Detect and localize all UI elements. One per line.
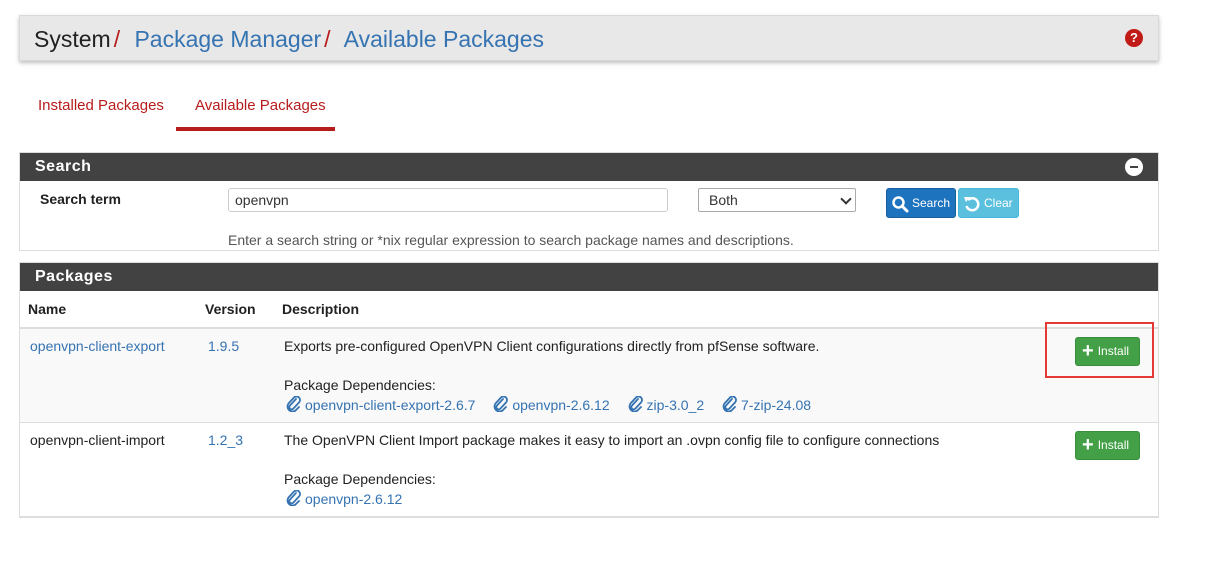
install-button-label: Install — [1097, 438, 1130, 452]
package-name: openvpn-client-import — [30, 432, 165, 448]
dependency-link[interactable]: openvpn-2.6.12 — [493, 396, 610, 413]
clear-button[interactable]: Clear — [958, 188, 1019, 218]
plus-icon: + — [1082, 340, 1094, 362]
column-header-name: Name — [28, 301, 67, 317]
dependency-label: 7-zip-24.08 — [741, 397, 812, 413]
column-header-description: Description — [282, 301, 360, 317]
table-row: openvpn-client-import 1.2_3 The OpenVPN … — [20, 423, 1158, 517]
search-icon — [892, 196, 909, 213]
search-panel-title: Search — [35, 158, 92, 175]
breadcrumb-separator: / — [113, 26, 121, 52]
search-help-text: Enter a search string or *nix regular ex… — [228, 232, 794, 248]
package-version-link[interactable]: 1.2_3 — [208, 432, 243, 448]
paperclip-icon — [628, 396, 643, 412]
breadcrumb-available-packages-link[interactable]: Available Packages — [344, 26, 544, 52]
package-dependencies-label: Package Dependencies: — [284, 471, 436, 487]
dependency-label: openvpn-2.6.12 — [305, 491, 403, 507]
search-scope-value: Both — [709, 192, 738, 208]
paperclip-icon — [493, 396, 509, 412]
plus-icon: + — [1082, 434, 1094, 456]
column-header-version: Version — [205, 301, 256, 317]
install-button-label: Install — [1097, 344, 1130, 358]
dependency-label: zip-3.0_2 — [646, 397, 705, 413]
help-icon[interactable]: ? — [1125, 29, 1143, 47]
tab-available-packages[interactable]: Available Packages — [176, 85, 335, 131]
search-button[interactable]: Search — [886, 188, 956, 218]
dependency-link[interactable]: 7-zip-24.08 — [722, 396, 812, 413]
breadcrumb: System / Package Manager / Available Packa… — [34, 25, 544, 53]
search-scope-select[interactable]: Both — [698, 188, 856, 212]
packages-panel-heading: Packages — [20, 263, 1158, 291]
search-term-label: Search term — [40, 191, 121, 207]
dependency-label: openvpn-2.6.12 — [512, 397, 610, 413]
install-button[interactable]: + Install — [1075, 337, 1140, 366]
search-panel-heading: Search — [20, 153, 1158, 181]
table-header: Name Version Description — [20, 291, 1158, 329]
packages-panel-title: Packages — [35, 268, 113, 285]
clear-button-label: Clear — [984, 196, 1013, 210]
dependency-link[interactable]: openvpn-2.6.12 — [286, 490, 403, 507]
dependency-label: openvpn-client-export-2.6.7 — [305, 397, 476, 413]
chevron-down-icon — [840, 193, 852, 205]
breadcrumb-system: System — [34, 26, 111, 52]
paperclip-icon — [286, 396, 301, 412]
paperclip-icon — [722, 396, 737, 412]
search-button-label: Search — [912, 196, 951, 210]
package-dependencies: openvpn-client-export-2.6.7 openvpn-2.6.… — [286, 396, 825, 413]
package-description: The OpenVPN Client Import package makes … — [284, 432, 940, 448]
search-input[interactable] — [228, 188, 668, 212]
breadcrumb-bar: System / Package Manager / Available Packa… — [19, 15, 1159, 61]
package-name-link[interactable]: openvpn-client-export — [30, 338, 165, 354]
table-row: openvpn-client-export 1.9.5 Exports pre-… — [20, 329, 1158, 423]
package-version-link[interactable]: 1.9.5 — [208, 338, 239, 354]
search-panel: Search Search term Both Search Clear Ent… — [19, 152, 1159, 251]
dependency-link[interactable]: openvpn-client-export-2.6.7 — [286, 396, 476, 413]
paperclip-icon — [286, 490, 301, 506]
package-dependencies-label: Package Dependencies: — [284, 377, 436, 393]
tab-installed-packages[interactable]: Installed Packages — [19, 85, 176, 131]
breadcrumb-separator: / — [324, 26, 331, 52]
install-button[interactable]: + Install — [1075, 431, 1140, 460]
dependency-link[interactable]: zip-3.0_2 — [628, 396, 705, 413]
package-dependencies: openvpn-2.6.12 — [286, 490, 416, 507]
collapse-icon[interactable] — [1125, 158, 1143, 176]
packages-panel: Packages Name Version Description openvp… — [19, 262, 1159, 518]
breadcrumb-package-manager-link[interactable]: Package Manager — [134, 26, 321, 52]
package-description: Exports pre-configured OpenVPN Client co… — [284, 338, 820, 354]
undo-icon — [964, 196, 980, 212]
